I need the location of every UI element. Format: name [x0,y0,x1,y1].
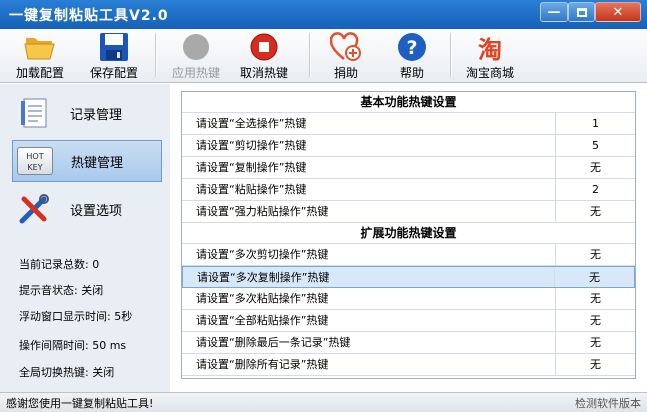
table-row[interactable]: 请设置“强力粘贴操作”热键 无 [182,201,635,223]
hotkey-value[interactable]: 无 [555,201,635,222]
hotkey-icon-text-top: HOT [26,152,44,161]
maximize-icon [576,7,587,17]
hotkey-label: 请设置“粘贴操作”热键 [196,183,307,196]
notepad-icon [12,95,56,131]
hotkey-key-icon: HOT KEY [13,143,57,179]
window-title: 一键复制粘贴工具V2.0 [9,8,169,24]
hotkey-value[interactable]: 无 [555,244,635,265]
title-bar: 一键复制粘贴工具V2.0 — ✕ [0,0,647,29]
close-icon: ✕ [612,4,624,20]
sidebar: 记录管理 HOT KEY 热键管理 设置选项 当前记录总数: 0 提示音状态: … [0,84,170,392]
svg-text:?: ? [406,37,417,59]
help-icon: ? [396,31,428,63]
save-config-label: 保存配置 [90,66,139,80]
toolbar-separator [450,33,451,77]
taobao-icon: 淘 [474,31,506,64]
table-row[interactable]: 请设置“删除最后一条记录”热键 无 [182,332,635,354]
hotkey-icon-text-bottom: KEY [27,163,43,172]
heart-plus-icon [330,31,362,63]
help-button[interactable]: ? 帮助 [396,31,428,81]
hotkey-label: 请设置“多次复制操作”热键 [197,271,330,284]
table-row[interactable]: 请设置“剪切操作”热键 5 [182,135,635,157]
sound-status: 提示音状态: 关闭 [19,284,104,297]
hotkey-value[interactable]: 2 [555,179,635,200]
status-message: 感谢您使用一键复制粘贴工具! [6,397,154,410]
hotkey-value[interactable]: 5 [555,135,635,156]
toolbar: 加载配置 保存配置 应用热键 取消热键 捐助 ? 帮助 淘 淘宝商城 [0,29,647,83]
donate-button[interactable]: 捐助 [330,31,362,81]
apply-hotkey-button[interactable]: 应用热键 [172,31,220,81]
table-row[interactable]: 请设置“删除所有记录”热键 无 [182,354,635,376]
table-row[interactable]: 请设置“多次剪切操作”热键 无 [182,244,635,266]
save-config-button[interactable]: 保存配置 [90,31,138,81]
table-row[interactable]: 请设置“复制操作”热键 无 [182,157,635,179]
status-bar: 感谢您使用一键复制粘贴工具! 检测软件版本 [0,392,647,412]
hotkey-label: 请设置“多次粘贴操作”热键 [196,292,329,305]
close-button[interactable]: ✕ [595,2,641,22]
hotkey-value[interactable]: 无 [554,267,634,287]
float-window-time-status: 浮动窗口显示时间: 5秒 [19,310,133,323]
table-row[interactable]: 请设置“全部粘贴操作”热键 无 [182,310,635,332]
hotkey-label: 请设置“剪切操作”热键 [196,139,307,152]
global-switch-hotkey-status: 全局切换热键: 关闭 [19,366,115,379]
sidebar-item-settings[interactable]: 设置选项 [12,188,162,230]
sidebar-item-hotkeys[interactable]: HOT KEY 热键管理 [12,140,162,182]
minimize-button[interactable]: — [540,2,568,22]
hotkey-label: 请设置“删除最后一条记录”热键 [196,336,351,349]
hotkey-value[interactable]: 无 [555,354,635,375]
sidebar-item-label: 记录管理 [70,107,123,123]
apply-hotkey-icon [180,31,212,63]
table-row[interactable]: 请设置“粘贴操作”热键 2 [182,179,635,201]
cancel-hotkey-label: 取消热键 [240,66,289,80]
hotkey-value[interactable]: 无 [555,310,635,331]
help-label: 帮助 [399,66,424,80]
section-header-basic: 基本功能热键设置 [182,92,635,113]
hotkey-label: 请设置“全部粘贴操作”热键 [196,314,329,327]
hotkey-value[interactable]: 无 [555,157,635,178]
stop-icon [248,31,280,63]
taobao-mall-label: 淘宝商城 [466,66,515,80]
tools-icon [12,191,56,227]
table-row[interactable]: 请设置“全选操作”热键 1 [182,113,635,135]
apply-hotkey-label: 应用热键 [172,66,221,80]
maximize-button[interactable] [568,2,595,22]
table-row-selected[interactable]: 请设置“多次复制操作”热键 无 [182,266,635,288]
hotkey-label: 请设置“删除所有记录”热键 [196,358,329,371]
record-count-status: 当前记录总数: 0 [19,258,100,271]
cancel-hotkey-button[interactable]: 取消热键 [240,31,288,81]
interval-status: 操作间隔时间: 50 ms [19,339,127,352]
folder-open-icon [24,31,56,63]
hotkey-settings-panel: 基本功能热键设置 请设置“全选操作”热键 1 请设置“剪切操作”热键 5 请设置… [181,91,636,379]
load-config-label: 加载配置 [16,66,65,80]
sidebar-item-label: 热键管理 [71,155,124,171]
hotkey-label: 请设置“复制操作”热键 [196,161,307,174]
hotkey-value[interactable]: 无 [555,288,635,309]
hotkey-label: 请设置“多次剪切操作”热键 [196,248,329,261]
check-version-link[interactable]: 检测软件版本 [575,395,641,411]
sidebar-item-records[interactable]: 记录管理 [12,92,162,134]
toolbar-separator [155,33,156,77]
taobao-logo-glyph: 淘 [478,35,502,64]
section-header-extended: 扩展功能热键设置 [182,223,635,244]
hotkey-label: 请设置“全选操作”热键 [196,117,307,130]
minimize-icon: — [547,4,561,20]
load-config-button[interactable]: 加载配置 [16,31,64,81]
toolbar-separator [309,33,310,77]
hotkey-label: 请设置“强力粘贴操作”热键 [196,205,329,218]
table-row[interactable]: 请设置“多次粘贴操作”热键 无 [182,288,635,310]
hotkey-value[interactable]: 1 [555,113,635,134]
taobao-mall-button[interactable]: 淘 淘宝商城 [466,31,514,81]
floppy-disk-icon [98,31,130,63]
hotkey-value[interactable]: 无 [555,332,635,353]
sidebar-item-label: 设置选项 [70,203,123,219]
donate-label: 捐助 [333,66,358,80]
